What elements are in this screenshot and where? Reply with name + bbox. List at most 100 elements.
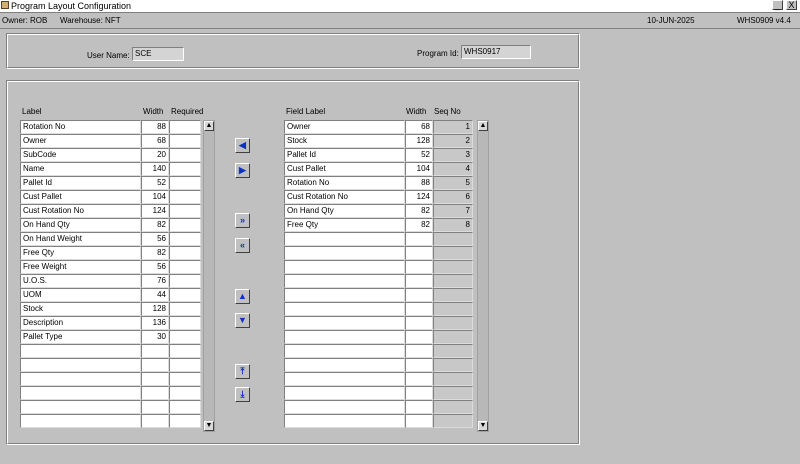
field-width-cell[interactable]: 88 — [405, 176, 433, 190]
width-cell[interactable]: 76 — [141, 274, 169, 288]
required-cell[interactable] — [169, 274, 201, 288]
required-cell[interactable] — [169, 120, 201, 134]
available-fields-scrollbar[interactable]: ▲ ▼ — [203, 120, 215, 432]
label-cell[interactable]: Pallet Id — [20, 176, 141, 190]
label-cell[interactable]: On Hand Qty — [20, 218, 141, 232]
width-cell[interactable] — [141, 372, 169, 386]
field-width-cell[interactable] — [405, 386, 433, 400]
required-cell[interactable] — [169, 302, 201, 316]
label-cell[interactable]: UOM — [20, 288, 141, 302]
field-width-cell[interactable]: 128 — [405, 134, 433, 148]
field-width-cell[interactable] — [405, 274, 433, 288]
seq-no-cell[interactable] — [433, 246, 473, 260]
label-cell[interactable]: U.O.S. — [20, 274, 141, 288]
label-cell[interactable]: Description — [20, 316, 141, 330]
seq-no-cell[interactable] — [433, 288, 473, 302]
field-width-cell[interactable]: 68 — [405, 120, 433, 134]
label-cell[interactable]: Name — [20, 162, 141, 176]
field-width-cell[interactable] — [405, 330, 433, 344]
label-cell[interactable]: Owner — [20, 134, 141, 148]
field-label-cell[interactable]: Owner — [284, 120, 405, 134]
field-width-cell[interactable] — [405, 302, 433, 316]
width-cell[interactable]: 20 — [141, 148, 169, 162]
field-label-cell[interactable]: Pallet Id — [284, 148, 405, 162]
move-right-button[interactable]: ▶ — [235, 163, 250, 178]
field-label-cell[interactable] — [284, 274, 405, 288]
width-cell[interactable]: 104 — [141, 190, 169, 204]
required-cell[interactable] — [169, 246, 201, 260]
required-cell[interactable] — [169, 260, 201, 274]
field-width-cell[interactable] — [405, 358, 433, 372]
seq-no-cell[interactable]: 7 — [433, 204, 473, 218]
field-label-cell[interactable] — [284, 232, 405, 246]
seq-no-cell[interactable] — [433, 414, 473, 428]
move-left-button[interactable]: ◀ — [235, 138, 250, 153]
seq-no-cell[interactable]: 3 — [433, 148, 473, 162]
seq-no-cell[interactable] — [433, 302, 473, 316]
field-label-cell[interactable] — [284, 400, 405, 414]
seq-no-cell[interactable] — [433, 316, 473, 330]
field-label-cell[interactable]: Cust Pallet — [284, 162, 405, 176]
label-cell[interactable]: Stock — [20, 302, 141, 316]
width-cell[interactable]: 30 — [141, 330, 169, 344]
width-cell[interactable]: 124 — [141, 204, 169, 218]
required-cell[interactable] — [169, 386, 201, 400]
move-all-left-button[interactable]: « — [235, 238, 250, 253]
seq-no-cell[interactable]: 6 — [433, 190, 473, 204]
label-cell[interactable]: On Hand Weight — [20, 232, 141, 246]
seq-no-cell[interactable]: 8 — [433, 218, 473, 232]
field-width-cell[interactable]: 104 — [405, 162, 433, 176]
label-cell[interactable] — [20, 400, 141, 414]
seq-no-cell[interactable] — [433, 274, 473, 288]
field-width-cell[interactable] — [405, 246, 433, 260]
required-cell[interactable] — [169, 330, 201, 344]
scroll-down-icon[interactable]: ▼ — [204, 421, 214, 431]
required-cell[interactable] — [169, 190, 201, 204]
field-width-cell[interactable] — [405, 316, 433, 330]
field-label-cell[interactable]: Rotation No — [284, 176, 405, 190]
field-label-cell[interactable] — [284, 260, 405, 274]
field-width-cell[interactable] — [405, 232, 433, 246]
field-label-cell[interactable]: On Hand Qty — [284, 204, 405, 218]
close-button[interactable]: X — [786, 0, 797, 10]
field-label-cell[interactable] — [284, 246, 405, 260]
label-cell[interactable] — [20, 344, 141, 358]
field-label-cell[interactable]: Free Qty — [284, 218, 405, 232]
seq-no-cell[interactable] — [433, 400, 473, 414]
label-cell[interactable] — [20, 414, 141, 428]
label-cell[interactable] — [20, 372, 141, 386]
seq-no-cell[interactable]: 1 — [433, 120, 473, 134]
seq-no-cell[interactable]: 2 — [433, 134, 473, 148]
seq-no-cell[interactable] — [433, 330, 473, 344]
field-label-cell[interactable] — [284, 288, 405, 302]
field-label-cell[interactable] — [284, 386, 405, 400]
move-up-button[interactable]: ▲ — [235, 289, 250, 304]
width-cell[interactable]: 52 — [141, 176, 169, 190]
seq-no-cell[interactable] — [433, 358, 473, 372]
width-cell[interactable]: 56 — [141, 232, 169, 246]
width-cell[interactable]: 82 — [141, 246, 169, 260]
label-cell[interactable] — [20, 386, 141, 400]
seq-no-cell[interactable]: 5 — [433, 176, 473, 190]
field-label-cell[interactable] — [284, 330, 405, 344]
required-cell[interactable] — [169, 162, 201, 176]
required-cell[interactable] — [169, 176, 201, 190]
label-cell[interactable]: Rotation No — [20, 120, 141, 134]
field-label-cell[interactable] — [284, 316, 405, 330]
width-cell[interactable]: 68 — [141, 134, 169, 148]
field-width-cell[interactable] — [405, 288, 433, 302]
seq-no-cell[interactable] — [433, 372, 473, 386]
user-name-field[interactable]: SCE — [132, 47, 184, 61]
field-width-cell[interactable]: 52 — [405, 148, 433, 162]
selected-fields-scrollbar[interactable]: ▲ ▼ — [477, 120, 489, 432]
move-down-button[interactable]: ▼ — [235, 313, 250, 328]
width-cell[interactable] — [141, 414, 169, 428]
move-top-button[interactable]: ⤒ — [235, 364, 250, 379]
move-bottom-button[interactable]: ⤓ — [235, 387, 250, 402]
required-cell[interactable] — [169, 148, 201, 162]
label-cell[interactable]: Cust Pallet — [20, 190, 141, 204]
field-width-cell[interactable] — [405, 372, 433, 386]
scroll-up-icon[interactable]: ▲ — [204, 121, 214, 131]
label-cell[interactable]: Free Weight — [20, 260, 141, 274]
required-cell[interactable] — [169, 218, 201, 232]
